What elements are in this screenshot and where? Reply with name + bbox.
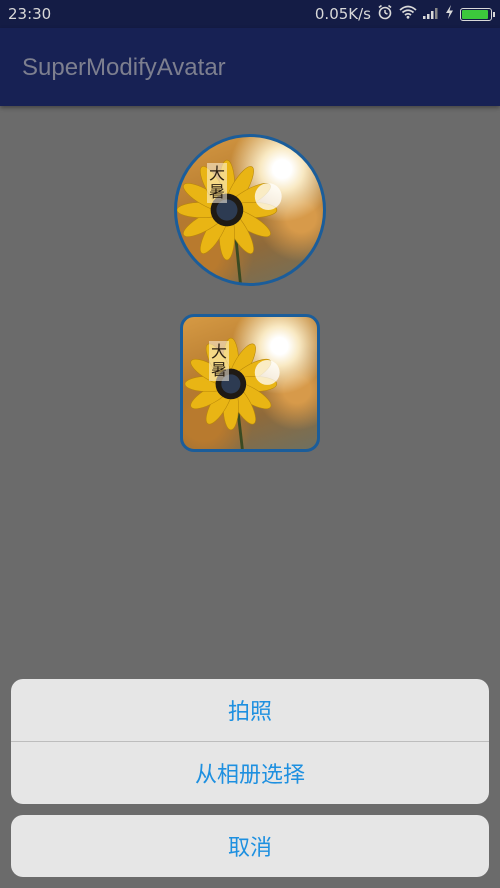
circle-avatar[interactable]: 大 暑 xyxy=(174,134,326,286)
charging-icon xyxy=(445,5,454,23)
status-time: 23:30 xyxy=(8,5,52,23)
square-avatar[interactable]: 大 暑 xyxy=(180,314,320,452)
sunflower-image xyxy=(177,159,282,283)
app-title: SuperModifyAvatar xyxy=(22,54,226,81)
network-speed: 0.05K/s xyxy=(314,5,371,23)
status-bar: 23:30 0.05K/s xyxy=(0,0,500,28)
choose-from-album-button[interactable]: 从相册选择 xyxy=(11,742,489,804)
signal-icon xyxy=(423,5,439,23)
screen: 23:30 0.05K/s SuperModifyAvatar 大 暑 大 暑 … xyxy=(0,0,500,888)
wifi-icon xyxy=(399,5,417,23)
app-bar: SuperModifyAvatar xyxy=(0,28,500,106)
status-icons: 0.05K/s xyxy=(314,4,495,24)
alarm-icon xyxy=(377,4,393,24)
square-avatar-caption: 大 暑 xyxy=(209,341,230,381)
circle-avatar-caption: 大 暑 xyxy=(207,163,228,203)
action-sheet-options: 拍照 从相册选择 xyxy=(11,679,489,804)
action-sheet-cancel: 取消 xyxy=(11,815,489,877)
cancel-button[interactable]: 取消 xyxy=(11,815,489,877)
battery-icon xyxy=(460,7,495,21)
sunflower-image xyxy=(184,337,280,449)
take-photo-button[interactable]: 拍照 xyxy=(11,679,489,741)
